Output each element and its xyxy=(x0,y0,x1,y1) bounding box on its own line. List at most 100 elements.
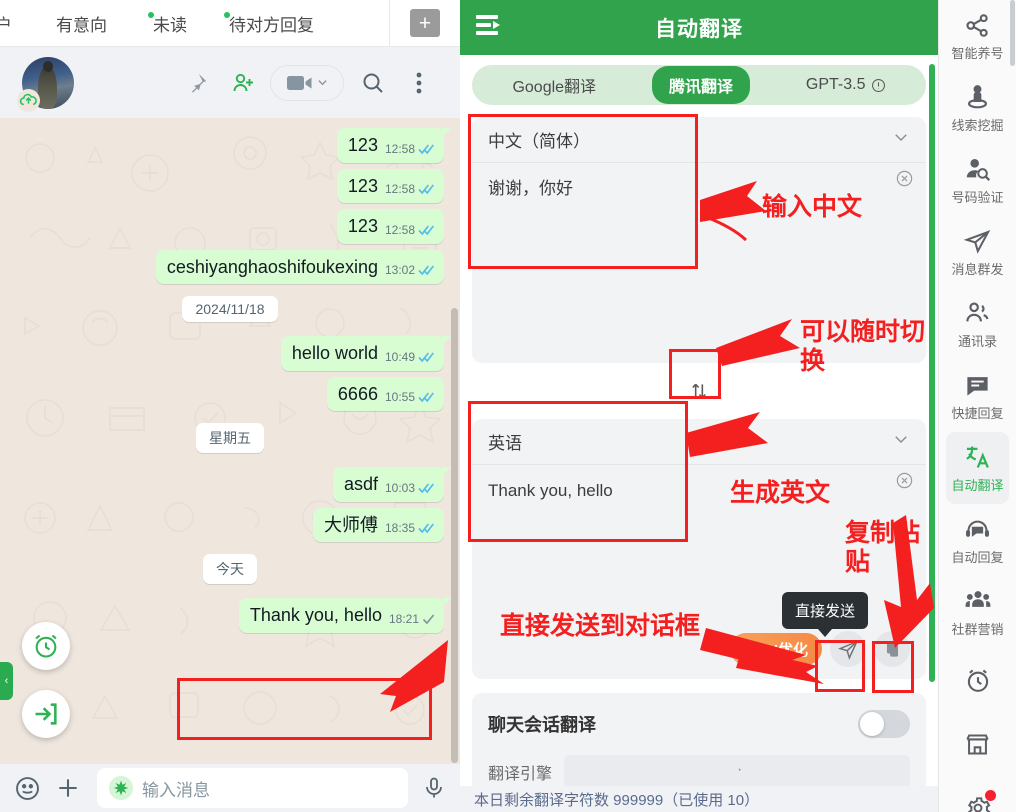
read-receipt-icon xyxy=(418,265,434,276)
source-clear-icon[interactable] xyxy=(895,169,914,193)
rail-item-clock[interactable] xyxy=(939,648,1016,712)
read-receipt-icon xyxy=(418,184,434,195)
date-chip: 星期五 xyxy=(196,423,264,453)
message-bubble-outgoing-latest[interactable]: Thank you, hello 18:21 xyxy=(238,598,452,633)
quick-enter-fab[interactable] xyxy=(22,690,70,738)
ai-optimize-button[interactable]: AI优化 xyxy=(729,633,822,665)
source-language-selector[interactable]: 中文（简体） xyxy=(472,117,926,163)
chat-header-actions xyxy=(174,60,442,106)
annotation-copy-paste: 复制粘 贴 xyxy=(845,518,921,576)
rail-item-community-marketing[interactable]: 社群营销 xyxy=(939,576,1016,648)
rail-item-lead-mining[interactable]: 线索挖掘 xyxy=(939,72,1016,144)
message-bubble-outgoing[interactable]: hello world 10:49 xyxy=(280,336,452,371)
annotation-send-to-chat: 直接发送到对话框 xyxy=(500,611,701,640)
rail-item-store[interactable] xyxy=(939,712,1016,776)
tool-rail: 智能养号 线索挖掘 号码验证 消息群发 通讯录 快捷回复 自动翻译 自动回复 社… xyxy=(938,0,1016,812)
person-search-icon xyxy=(964,154,991,184)
avatar[interactable] xyxy=(17,56,74,112)
message-bubble-outgoing[interactable]: 123 12:58 xyxy=(336,168,444,203)
message-text: 大师傅 xyxy=(323,514,378,535)
message-text: 123 xyxy=(347,135,378,155)
message-row: 123 12:58 xyxy=(16,209,444,244)
microphone-icon[interactable] xyxy=(422,776,446,800)
copy-paste-button[interactable] xyxy=(874,631,910,667)
message-bubble-outgoing[interactable]: 123 12:58 xyxy=(336,128,452,163)
add-contact-icon[interactable] xyxy=(220,60,266,106)
date-separator-row: 星期五 xyxy=(16,423,444,453)
hamburger-collapse-icon[interactable] xyxy=(474,12,504,43)
engine-setting-select[interactable] xyxy=(564,755,910,789)
toggle-knob xyxy=(860,712,884,736)
rail-item-label: 通讯录 xyxy=(957,334,997,349)
message-bubble-outgoing[interactable]: 6666 10:55 xyxy=(326,376,444,411)
message-meta: 12:58 xyxy=(385,223,435,238)
message-meta: 18:21 xyxy=(389,612,435,627)
emoji-icon[interactable] xyxy=(14,775,41,802)
message-time: 18:35 xyxy=(384,521,415,535)
message-input[interactable]: 输入消息 xyxy=(97,768,408,808)
rail-item-number-verify[interactable]: 号码验证 xyxy=(939,144,1016,216)
alarm-clock-fab[interactable] xyxy=(22,622,70,670)
pin-icon[interactable] xyxy=(174,60,220,106)
conversation-translate-toggle[interactable] xyxy=(858,710,910,738)
rail-item-bulk-message[interactable]: 消息群发 xyxy=(939,216,1016,288)
plus-icon[interactable] xyxy=(55,775,81,801)
engine-label: 腾讯翻译 xyxy=(668,79,733,96)
sent-receipt-icon xyxy=(422,613,435,624)
rail-item-contacts[interactable]: 通讯录 xyxy=(939,288,1016,360)
read-receipt-icon xyxy=(418,482,434,493)
annotation-generate-english: 生成英文 xyxy=(730,478,831,507)
engine-setting-label: 翻译引擎 xyxy=(488,766,553,783)
rail-item-label: 快捷回复 xyxy=(951,406,1004,421)
sparkle-icon xyxy=(744,642,758,656)
message-bubble-outgoing[interactable]: asdf 10:03 xyxy=(332,467,452,502)
message-text: hello world xyxy=(291,343,378,363)
date-chip: 今天 xyxy=(203,554,257,584)
message-time: 10:55 xyxy=(384,390,415,404)
copy-paste-icon xyxy=(886,641,898,657)
sparkle-icon xyxy=(109,776,133,800)
rail-item-settings[interactable] xyxy=(939,776,1016,812)
unread-dot-icon xyxy=(224,11,230,18)
sidebar-collapse-handle[interactable]: ‹ xyxy=(0,662,13,700)
engine-tab-gpt[interactable]: GPT-3.5 xyxy=(789,69,903,101)
filter-tab-customers[interactable]: 客户 xyxy=(0,11,12,36)
add-tab-button[interactable]: + xyxy=(410,9,440,37)
engine-tab-google[interactable]: Google翻译 xyxy=(495,66,613,104)
chat-lines-icon xyxy=(964,370,991,400)
chat-filter-tabs: 客户 有意向 未读 待对方回复 + xyxy=(0,0,460,47)
filter-tab-awaiting-reply[interactable]: 待对方回复 xyxy=(224,11,314,36)
more-options-icon[interactable] xyxy=(396,60,442,106)
message-bubble-outgoing[interactable]: 123 12:58 xyxy=(336,209,444,244)
target-language-selector[interactable]: 英语 xyxy=(472,419,926,465)
info-icon[interactable] xyxy=(871,78,886,93)
chat-message-list[interactable]: 123 12:58 123 12:58 123 12:58 ceshiyangh… xyxy=(0,118,460,764)
engine-tab-tencent[interactable]: 腾讯翻译 xyxy=(651,66,750,104)
message-meta: 10:49 xyxy=(385,350,435,365)
engine-selector: Google翻译 腾讯翻译 GPT-3.5 xyxy=(472,65,926,105)
filter-tab-label: 未读 xyxy=(153,15,187,35)
message-bubble-outgoing[interactable]: 大师傅 18:35 xyxy=(312,507,444,542)
rail-item-quick-reply[interactable]: 快捷回复 xyxy=(939,360,1016,432)
filter-tab-label: 待对方回复 xyxy=(229,15,314,35)
swap-languages-button[interactable] xyxy=(678,370,720,412)
search-icon[interactable] xyxy=(350,60,396,106)
video-call-icon[interactable] xyxy=(270,64,344,101)
chat-scrollbar[interactable] xyxy=(451,308,458,763)
send-to-chat-button[interactable] xyxy=(830,631,866,667)
message-text: Thank you, hello xyxy=(249,605,382,625)
rail-item-auto-reply[interactable]: 自动回复 xyxy=(939,504,1016,576)
target-textarea[interactable]: Thank you, hello xyxy=(472,465,926,504)
message-row: asdf 10:03 xyxy=(16,467,452,502)
rail-item-smart-nurture[interactable]: 智能养号 xyxy=(939,0,1016,72)
translate-body: Google翻译 腾讯翻译 GPT-3.5 中文（简体） 谢谢，你好 英语 Th… xyxy=(460,55,938,812)
message-meta: 12:58 xyxy=(385,142,435,157)
app-root: 客户 有意向 未读 待对方回复 + xyxy=(0,0,1024,812)
filter-tab-unread[interactable]: 未读 xyxy=(148,11,187,36)
filter-tab-label: 客户 xyxy=(0,15,12,35)
message-bubble-outgoing[interactable]: ceshiyanghaoshifoukexing 13:02 xyxy=(155,249,444,284)
rail-item-auto-translate[interactable]: 自动翻译 xyxy=(946,432,1009,504)
message-time: 12:58 xyxy=(384,182,415,196)
target-clear-icon[interactable] xyxy=(895,471,914,495)
filter-tab-interested[interactable]: 有意向 xyxy=(56,11,107,36)
